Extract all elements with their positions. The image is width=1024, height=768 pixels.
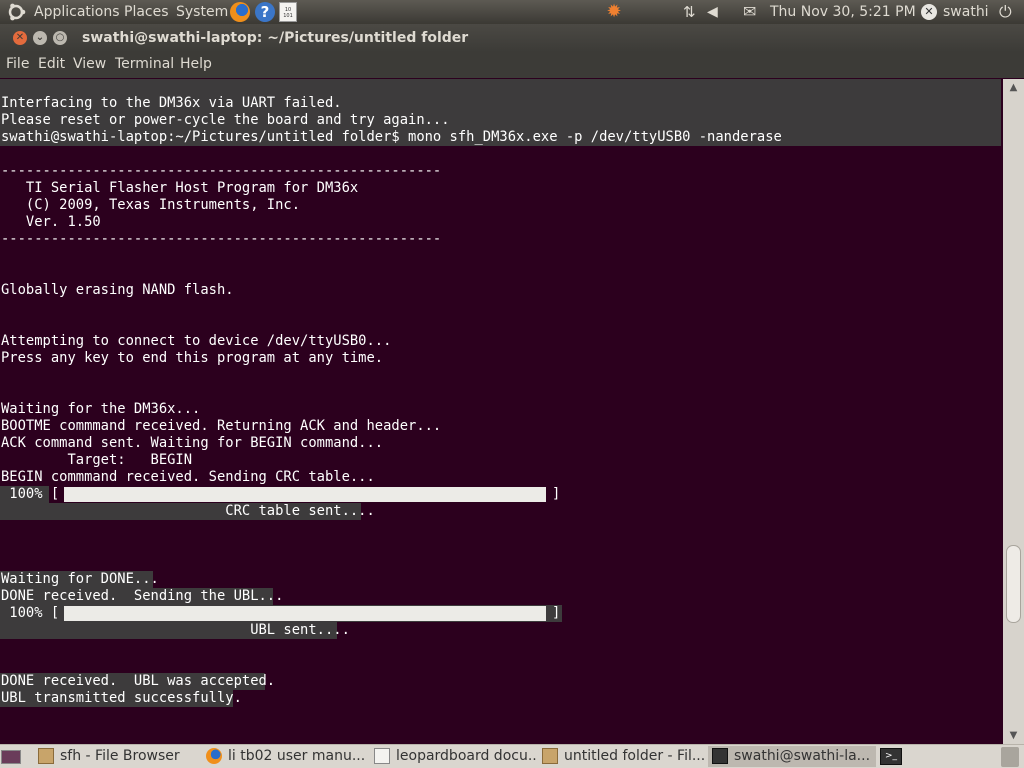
terminal-line: DONE received. Sending the UBL... — [1, 588, 284, 604]
terminal-line: Globally erasing NAND flash. — [1, 282, 234, 298]
trash-icon[interactable] — [1001, 747, 1019, 767]
terminal-line: (C) 2009, Texas Instruments, Inc. — [1, 197, 301, 213]
terminal-line: UBL transmitted successfully. — [1, 690, 242, 706]
menu-terminal[interactable]: Terminal — [115, 52, 174, 76]
terminal-line: Press any key to end this program at any… — [1, 350, 384, 366]
folder-icon — [38, 748, 54, 764]
crc-progress-end: ] — [552, 486, 561, 502]
taskbar-item-label: swathi@swathi-la... — [734, 748, 871, 764]
terminal-line: Ver. 1.50 — [1, 214, 101, 230]
taskbar-item-untitled-folder[interactable]: untitled folder - Fil... — [538, 746, 706, 767]
scroll-down-arrow-icon[interactable]: ▼ — [1003, 727, 1024, 745]
taskbar-item-terminal[interactable]: swathi@swathi-la... — [708, 746, 876, 767]
bottom-panel: sfh - File Browser li tb02 user manu... … — [0, 744, 1024, 768]
ubl-progress-percent: 100% [ — [1, 605, 60, 621]
terminal-line: ----------------------------------------… — [1, 231, 442, 247]
user-menu[interactable]: swathi — [943, 0, 989, 24]
maximize-button[interactable]: ○ — [53, 31, 67, 45]
terminal-line: CRC table sent.... — [1, 503, 375, 519]
taskbar-item-file-browser[interactable]: sfh - File Browser — [34, 746, 202, 767]
ubl-progress-track — [64, 606, 546, 621]
terminal-line: BOOTME commmand received. Returning ACK … — [1, 418, 442, 434]
crc-progress-percent: 100% [ — [1, 486, 60, 502]
power-icon[interactable]: ⏻ — [999, 2, 1019, 22]
terminal-icon — [712, 748, 728, 764]
taskbar-item-label: untitled folder - Fil... — [564, 748, 706, 764]
terminal-line: Waiting for DONE... — [1, 571, 159, 587]
menu-bar: File Edit View Terminal Help — [0, 52, 1024, 78]
terminal-line: DONE received. UBL was accepted. — [1, 673, 276, 689]
taskbar-item-label: leopardboard docu... — [396, 748, 538, 764]
menu-view[interactable]: View — [73, 52, 106, 76]
scroll-up-arrow-icon[interactable]: ▲ — [1003, 79, 1024, 97]
terminal-line: ----------------------------------------… — [1, 163, 442, 179]
top-panel: Applications Places System ? 10 101 ✹ ⇅ ◀… — [0, 0, 1024, 24]
terminal-line: Waiting for the DM36x... — [1, 401, 201, 417]
terminal-command-line: swathi@swathi-laptop:~/Pictures/untitled… — [1, 129, 782, 145]
clock[interactable]: Thu Nov 30, 5:21 PM — [770, 0, 916, 24]
terminal-scrollbar[interactable]: ▲ ▼ — [1003, 79, 1024, 745]
ubl-progress-end: ] — [552, 605, 561, 621]
document-icon — [374, 748, 390, 764]
update-notifier-icon[interactable]: ✹ — [604, 2, 624, 22]
network-icon[interactable]: ⇅ — [683, 2, 703, 22]
terminal-line: Target: BEGIN — [1, 452, 193, 468]
taskbar-item-label: sfh - File Browser — [60, 748, 180, 764]
system-menu[interactable]: System — [176, 0, 228, 24]
minimize-button[interactable]: ⌄ — [33, 31, 47, 45]
menu-file[interactable]: File — [6, 52, 29, 76]
menu-help[interactable]: Help — [180, 52, 212, 76]
terminal-line: Please reset or power-cycle the board an… — [1, 112, 450, 128]
firefox-icon — [206, 748, 222, 764]
crc-progress-track — [64, 487, 546, 502]
taskbar-item-label: li tb02 user manu... — [228, 748, 366, 764]
terminal-line: ACK command sent. Waiting for BEGIN comm… — [1, 435, 384, 451]
folder-icon — [542, 748, 558, 764]
window-titlebar[interactable]: ✕ ⌄ ○ swathi@swathi-laptop: ~/Pictures/u… — [0, 24, 1024, 52]
show-desktop-icon[interactable] — [1, 750, 21, 764]
terminal-output[interactable]: Interfacing to the DM36x via UART failed… — [0, 79, 1003, 745]
firefox-launcher-icon[interactable] — [230, 2, 250, 22]
taskbar-item-firefox[interactable]: li tb02 user manu... — [202, 746, 367, 767]
terminal-launcher-icon[interactable]: >_ — [880, 748, 902, 765]
menu-edit[interactable]: Edit — [38, 52, 65, 76]
crc-progress-bar — [64, 487, 546, 502]
scrollbar-thumb[interactable] — [1006, 545, 1021, 623]
terminal-line: BEGIN commmand received. Sending CRC tab… — [1, 469, 375, 485]
ubl-progress-bar — [64, 606, 546, 621]
terminal-line: Interfacing to the DM36x via UART failed… — [1, 95, 342, 111]
window-title: swathi@swathi-laptop: ~/Pictures/untitle… — [82, 30, 469, 46]
mail-icon[interactable]: ✉ — [743, 2, 763, 22]
places-menu[interactable]: Places — [124, 0, 169, 24]
terminal-line: Attempting to connect to device /dev/tty… — [1, 333, 392, 349]
user-status-icon[interactable]: ✕ — [921, 4, 937, 20]
help-launcher-icon[interactable]: ? — [255, 2, 275, 22]
taskbar-item-document-viewer[interactable]: leopardboard docu... — [370, 746, 538, 767]
ubuntu-logo-icon[interactable] — [6, 2, 26, 22]
close-button[interactable]: ✕ — [13, 31, 27, 45]
terminal-line: UBL sent.... — [1, 622, 350, 638]
terminal-line: TI Serial Flasher Host Program for DM36x — [1, 180, 359, 196]
text-editor-launcher-icon[interactable]: 10 101 — [279, 2, 297, 22]
applications-menu[interactable]: Applications — [34, 0, 120, 24]
volume-icon[interactable]: ◀ — [707, 2, 727, 22]
